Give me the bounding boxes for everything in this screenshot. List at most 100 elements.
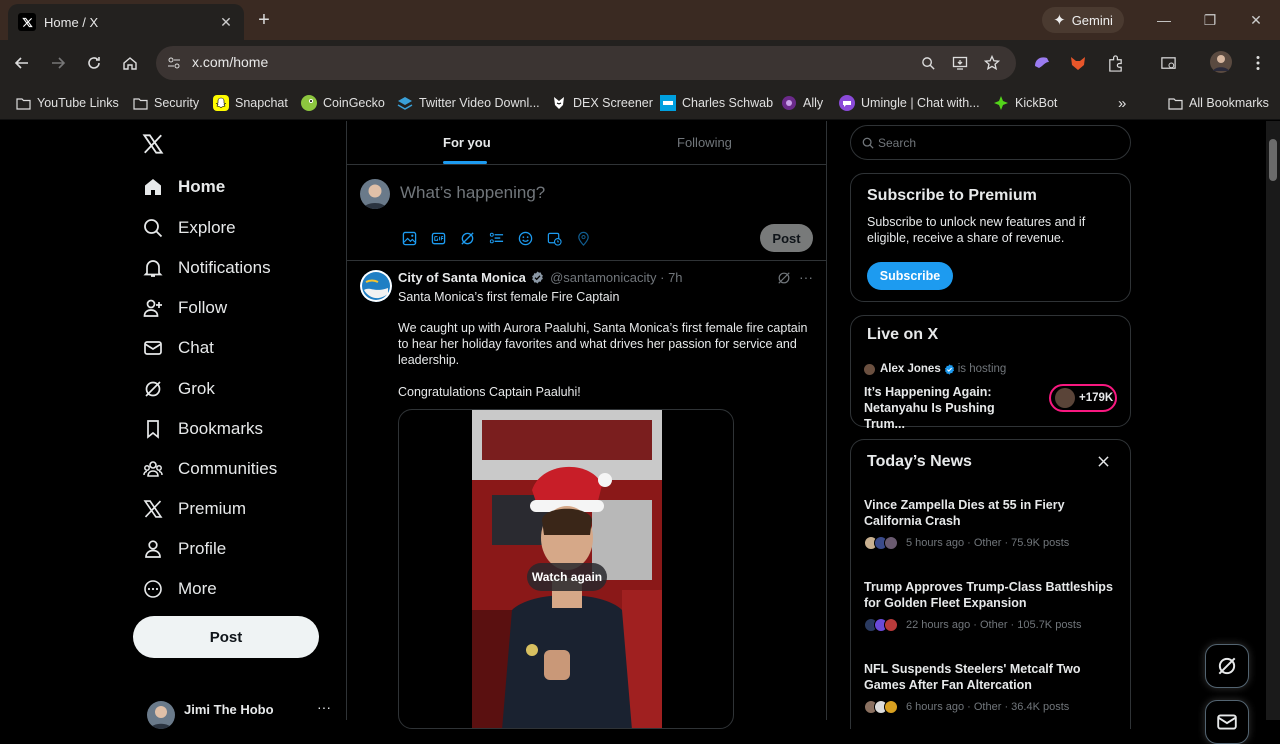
video-frame[interactable]: Watch again (472, 410, 662, 728)
gif-icon[interactable] (430, 230, 447, 247)
search-input[interactable]: Search (850, 125, 1131, 160)
premium-text: Subscribe to unlock new features and if … (867, 215, 1086, 245)
bookmark-twitter-video-downloader[interactable]: Twitter Video Downl... (397, 93, 540, 113)
hosting-label: is hosting (957, 363, 1007, 375)
live-title: Live on X (867, 326, 939, 343)
forward-icon[interactable] (47, 52, 69, 74)
bell-icon (142, 257, 164, 279)
close-tab-icon[interactable]: ✕ (218, 14, 234, 30)
extension-fox-icon[interactable] (1067, 52, 1089, 74)
gemini-button[interactable]: ✦ Gemini (1042, 7, 1124, 33)
news-item[interactable]: Trump Approves Trump-Class Battleships f… (864, 579, 1124, 632)
nav-explore[interactable]: Explore (133, 210, 236, 246)
side-panel-icon[interactable] (1157, 52, 1179, 74)
extensions-puzzle-icon[interactable] (1104, 52, 1126, 74)
nav-home[interactable]: Home (133, 169, 225, 205)
tweet-author-name[interactable]: City of Santa Monica (398, 270, 526, 285)
tweet-header: City of Santa Monica @santamonicacity · … (398, 270, 683, 285)
kickbot-icon (993, 95, 1009, 111)
tweet-handle[interactable]: @santamonicacity (550, 270, 656, 285)
nav-bookmarks[interactable]: Bookmarks (133, 411, 263, 447)
compose-post-button[interactable]: Post (760, 224, 813, 252)
live-host[interactable]: Alex Jones is hosting (864, 363, 1006, 375)
nav-grok[interactable]: Grok (133, 371, 215, 407)
account-more-icon[interactable]: ··· (317, 699, 331, 715)
all-bookmarks[interactable]: All Bookmarks (1167, 93, 1269, 113)
bookmark-star-icon[interactable] (982, 53, 1002, 73)
host-name: Alex Jones (880, 363, 941, 375)
address-bar[interactable]: x.com/home (156, 46, 1016, 80)
media-icon[interactable] (401, 230, 418, 247)
profile-icon (142, 538, 164, 560)
site-info-icon[interactable] (164, 53, 184, 73)
grok-floating-button[interactable] (1205, 644, 1249, 688)
poll-icon[interactable] (488, 230, 505, 247)
nav-premium[interactable]: Premium (133, 491, 246, 527)
news-item[interactable]: NFL Suspends Steelers' Metcalf Two Games… (864, 661, 1124, 714)
browser-tab[interactable]: Home / X ✕ (8, 4, 244, 40)
tab-for-you[interactable]: For you (443, 135, 491, 150)
nav-profile[interactable]: Profile (133, 531, 226, 567)
location-icon[interactable] (575, 230, 592, 247)
bookmark-kickbot[interactable]: KickBot (993, 93, 1057, 113)
bookmark-umingle[interactable]: Umingle | Chat with... (839, 93, 980, 113)
compose-toolbar (401, 230, 592, 247)
back-icon[interactable] (11, 52, 33, 74)
tweet-author-avatar[interactable] (360, 270, 392, 302)
browser-profile-avatar[interactable] (1210, 51, 1232, 73)
tweet-more-icon[interactable]: ··· (799, 269, 813, 285)
tab-following[interactable]: Following (677, 135, 732, 150)
page-scrollbar[interactable] (1266, 121, 1280, 720)
home-browser-icon[interactable] (119, 52, 141, 74)
account-switcher[interactable]: Jimi The Hobo ··· (145, 699, 345, 729)
account-name: Jimi The Hobo (184, 702, 274, 717)
browser-menu-icon[interactable] (1247, 52, 1269, 74)
more-icon (142, 578, 164, 600)
live-stream-title[interactable]: It’s Happening Again: Netanyahu Is Pushi… (864, 384, 1039, 432)
nav-communities[interactable]: Communities (133, 451, 277, 487)
grok-explain-icon[interactable] (777, 271, 791, 285)
extension-purple-icon[interactable] (1031, 52, 1053, 74)
bookmark-youtube-links[interactable]: YouTube Links (15, 93, 119, 113)
sparkle-icon: ✦ (1053, 12, 1066, 29)
post-button[interactable]: Post (133, 616, 319, 658)
nav-follow[interactable]: Follow (133, 290, 227, 326)
restore-icon[interactable]: ❐ (1200, 10, 1220, 30)
nav-notifications[interactable]: Notifications (133, 250, 271, 286)
window-close-icon[interactable]: ✕ (1246, 10, 1266, 30)
watch-again-button[interactable]: Watch again (527, 563, 607, 591)
grok-compose-icon[interactable] (459, 230, 476, 247)
news-item[interactable]: Vince Zampella Dies at 55 in Fiery Calif… (864, 497, 1124, 550)
tweet-video[interactable]: Watch again (398, 409, 734, 729)
browser-tab-strip: Home / X ✕ + ✦ Gemini — ❐ ✕ (0, 0, 1280, 40)
new-tab-icon[interactable]: + (254, 10, 274, 30)
close-news-icon[interactable] (1098, 456, 1109, 467)
bookmarks-overflow-icon[interactable]: » (1118, 93, 1126, 113)
install-app-icon[interactable] (950, 53, 970, 73)
zoom-icon[interactable] (918, 53, 938, 73)
nav-more[interactable]: More (133, 571, 217, 607)
nav-chat[interactable]: Chat (133, 330, 214, 366)
bookmark-ally[interactable]: Ally (781, 93, 823, 113)
bookmark-security[interactable]: Security (132, 93, 199, 113)
bookmark-coingecko[interactable]: CoinGecko (301, 93, 385, 113)
reload-icon[interactable] (83, 52, 105, 74)
subscribe-button[interactable]: Subscribe (867, 262, 953, 290)
scrollbar-thumb[interactable] (1269, 139, 1277, 181)
news-card: Today’s News Vince Zampella Dies at 55 i… (850, 439, 1131, 729)
compose-input[interactable]: What’s happening? (400, 183, 545, 203)
compose-avatar (360, 179, 390, 209)
minimize-icon[interactable]: — (1154, 10, 1174, 30)
news-avatars (864, 536, 898, 550)
x-logo-icon[interactable] (142, 133, 164, 155)
download-icon (397, 95, 413, 111)
bookmark-charles-schwab[interactable]: Charles Schwab (660, 93, 773, 113)
bookmark-dex-screener[interactable]: DEX Screener (551, 93, 653, 113)
messages-floating-button[interactable] (1205, 700, 1249, 744)
bookmark-snapchat[interactable]: Snapchat (213, 93, 288, 113)
url-text[interactable]: x.com/home (192, 54, 268, 70)
emoji-icon[interactable] (517, 230, 534, 247)
live-listeners-pill[interactable]: +179K (1049, 384, 1117, 412)
schedule-icon[interactable] (546, 230, 563, 247)
tweet-time[interactable]: · 7h (660, 270, 682, 285)
